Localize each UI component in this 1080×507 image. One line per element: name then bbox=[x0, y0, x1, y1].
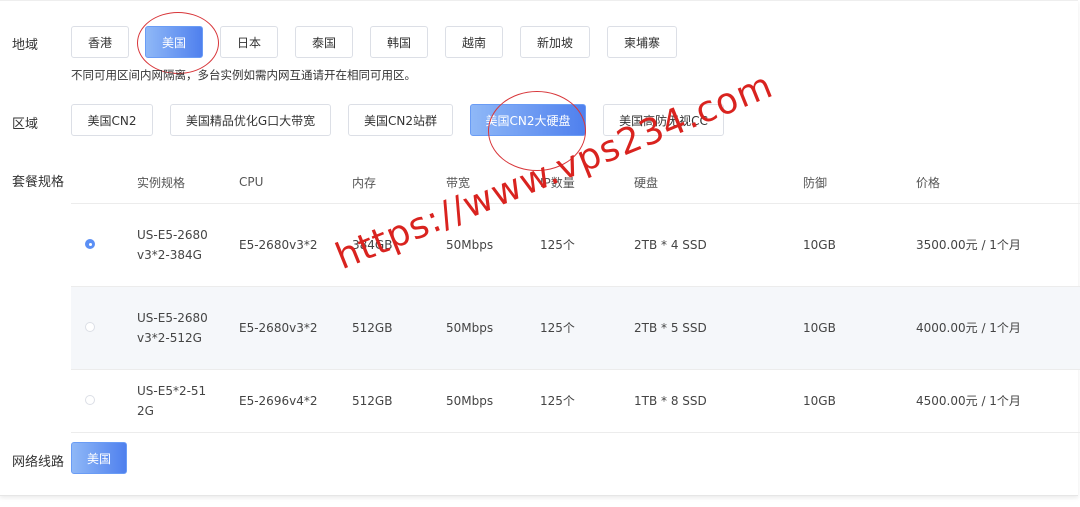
plan-radio-2[interactable] bbox=[85, 322, 95, 332]
network-label: 网络线路 bbox=[12, 455, 65, 470]
region-option-singapore[interactable]: 新加坡 bbox=[520, 26, 590, 58]
header-select bbox=[71, 161, 136, 204]
zone-option-premium-g[interactable]: 美国精品优化G口大带宽 bbox=[170, 104, 331, 136]
table-row[interactable]: US-E5-2680v3*2-384G E5-2680v3*2 384GB 50… bbox=[71, 203, 1080, 287]
row-ips: 125个 bbox=[540, 238, 575, 252]
plan-table: 实例规格 CPU 内存 带宽 IP数量 硬盘 防御 价格 US-E5-2680v… bbox=[71, 161, 1080, 433]
config-panel: 地域 香港 美国 日本 泰国 韩国 越南 新加坡 柬埔寨 不同可用区间内网隔离，… bbox=[0, 0, 1080, 496]
zone-label: 区域 bbox=[12, 117, 39, 132]
header-price: 价格 bbox=[916, 175, 941, 190]
row-cpu: E5-2696v4*2 bbox=[239, 394, 318, 408]
table-row[interactable]: US-E5*2-512G E5-2696v4*2 512GB 50Mbps 12… bbox=[71, 369, 1080, 433]
header-disk: 硬盘 bbox=[634, 175, 659, 190]
row-bandwidth: 50Mbps bbox=[446, 394, 494, 408]
region-option-vietnam[interactable]: 越南 bbox=[445, 26, 503, 58]
header-bandwidth: 带宽 bbox=[446, 175, 471, 190]
zone-option-cn2-bigdisk[interactable]: 美国CN2大硬盘 bbox=[470, 104, 586, 136]
row-memory: 512GB bbox=[352, 321, 393, 335]
header-ips: IP数量 bbox=[540, 175, 575, 190]
region-option-japan[interactable]: 日本 bbox=[220, 26, 278, 58]
row-memory: 512GB bbox=[352, 394, 393, 408]
row-price: 3500.00元 / 1个月 bbox=[916, 238, 1021, 252]
row-memory: 384GB bbox=[352, 238, 393, 252]
row-defense: 10GB bbox=[803, 394, 836, 408]
header-cpu: CPU bbox=[239, 175, 264, 189]
row-bandwidth: 50Mbps bbox=[446, 238, 494, 252]
row-defense: 10GB bbox=[803, 321, 836, 335]
zone-option-cn2-sitegroup[interactable]: 美国CN2站群 bbox=[348, 104, 453, 136]
network-option-usa[interactable]: 美国 bbox=[71, 442, 127, 474]
row-defense: 10GB bbox=[803, 238, 836, 252]
region-option-thailand[interactable]: 泰国 bbox=[295, 26, 353, 58]
row-cpu: E5-2680v3*2 bbox=[239, 238, 318, 252]
row-spec: US-E5*2-512G bbox=[137, 384, 207, 418]
row-disk: 1TB * 8 SSD bbox=[634, 394, 707, 408]
row-price: 4000.00元 / 1个月 bbox=[916, 321, 1021, 335]
region-label: 地域 bbox=[12, 38, 39, 53]
table-row[interactable]: US-E5-2680v3*2-512G E5-2680v3*2 512GB 50… bbox=[71, 286, 1080, 370]
zone-option-ddos-cc[interactable]: 美国高防无视CC bbox=[603, 104, 724, 136]
row-spec: US-E5-2680v3*2-512G bbox=[137, 311, 208, 345]
plan-label: 套餐规格 bbox=[12, 175, 65, 190]
header-defense: 防御 bbox=[803, 175, 828, 190]
row-disk: 2TB * 4 SSD bbox=[634, 238, 707, 252]
region-option-hongkong[interactable]: 香港 bbox=[71, 26, 129, 58]
row-bandwidth: 50Mbps bbox=[446, 321, 494, 335]
row-cpu: E5-2680v3*2 bbox=[239, 321, 318, 335]
row-ips: 125个 bbox=[540, 321, 575, 335]
region-option-korea[interactable]: 韩国 bbox=[370, 26, 428, 58]
plan-radio-3[interactable] bbox=[85, 395, 95, 405]
row-spec: US-E5-2680v3*2-384G bbox=[137, 228, 208, 262]
table-header: 实例规格 CPU 内存 带宽 IP数量 硬盘 防御 价格 bbox=[71, 161, 1080, 204]
plan-radio-1[interactable] bbox=[85, 239, 95, 249]
header-memory: 内存 bbox=[352, 175, 377, 190]
row-price: 4500.00元 / 1个月 bbox=[916, 394, 1021, 408]
zone-option-cn2[interactable]: 美国CN2 bbox=[71, 104, 153, 136]
region-option-usa[interactable]: 美国 bbox=[145, 26, 203, 58]
header-spec: 实例规格 bbox=[137, 175, 186, 190]
region-option-cambodia[interactable]: 柬埔寨 bbox=[607, 26, 677, 58]
row-disk: 2TB * 5 SSD bbox=[634, 321, 707, 335]
region-note: 不同可用区间内网隔离，多台实例如需内网互通请开在相同可用区。 bbox=[71, 68, 416, 82]
row-ips: 125个 bbox=[540, 394, 575, 408]
